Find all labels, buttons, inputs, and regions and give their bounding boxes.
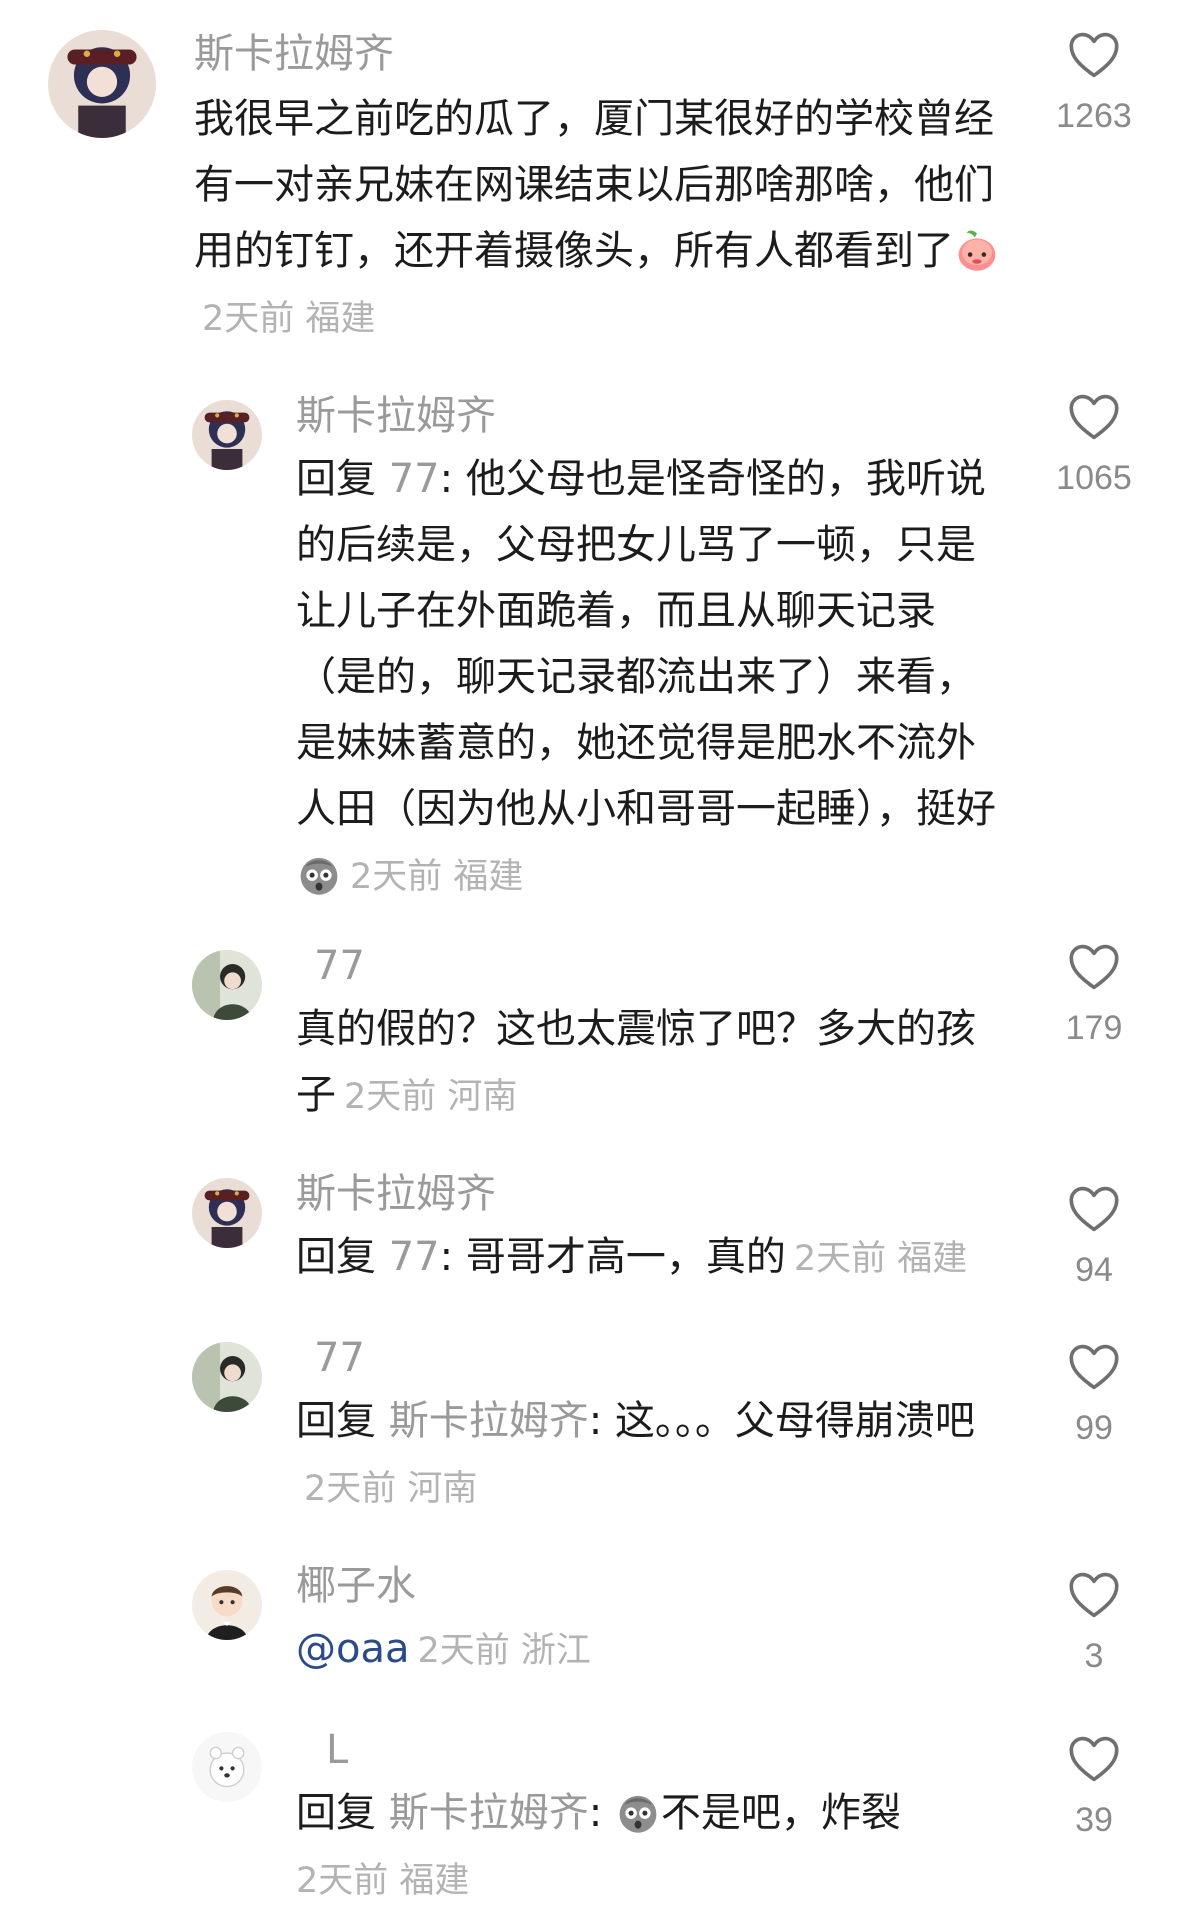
like-count: 1065 (1056, 459, 1132, 497)
comment-body: : 他父母也是怪奇怪的，我听说的后续是，父母把女儿骂了一顿，只是让儿子在外面跪着… (296, 456, 996, 832)
comment-text: 回复 77: 哥哥才高一，真的 2天前 福建 (296, 1224, 1016, 1292)
like-count: 39 (1075, 1801, 1113, 1839)
shocked-face-emoji (296, 851, 342, 897)
avatar[interactable] (48, 30, 156, 138)
like-button[interactable]: 99 (1034, 1342, 1154, 1448)
comment-item: 斯卡拉姆齐 回复 77: 他父母也是怪奇怪的，我听说的后续是，父母把女儿骂了一顿… (0, 380, 1179, 920)
like-button[interactable]: 94 (1034, 1184, 1154, 1290)
comment-meta: 2天前 河南 (344, 1077, 518, 1117)
like-count: 179 (1065, 1009, 1123, 1047)
heart-outline-icon (1069, 394, 1119, 440)
like-button[interactable]: 179 (1034, 942, 1154, 1048)
comment-username[interactable]: 斯卡拉姆齐 (296, 1170, 496, 1218)
heart-outline-icon (1069, 1736, 1119, 1782)
comment-item: 77 真的假的？这也太震惊了吧？多大的孩子 2天前 河南 179 (0, 936, 1179, 1136)
like-button[interactable]: 39 (1034, 1734, 1154, 1840)
comment-text: 我很早之前吃的瓜了，厦门某很好的学校曾经有一对亲兄妹在网课结束以后那啥那啥，他们… (194, 86, 1014, 352)
avatar[interactable] (192, 400, 262, 470)
comment-username[interactable]: 斯卡拉姆齐 (296, 392, 496, 440)
comment-text: 回复 斯卡拉姆齐: 不是吧，炸裂 2天前 福建 (296, 1780, 1016, 1914)
comment-meta: 2天前 河南 (304, 1469, 478, 1509)
comment-text: 真的假的？这也太震惊了吧？多大的孩子 2天前 河南 (296, 996, 996, 1130)
comment-meta: 2天前 浙江 (417, 1631, 591, 1671)
comment-item: L 回复 斯卡拉姆齐: 不是吧，炸裂 2天前 福建 39 (0, 1720, 1179, 1929)
comment-text: 回复 77: 他父母也是怪奇怪的，我听说的后续是，父母把女儿骂了一顿，只是让儿子… (296, 446, 996, 910)
comment-username[interactable]: L (326, 1726, 348, 1774)
comment-body: : 哥哥才高一，真的 (439, 1234, 786, 1280)
avatar[interactable] (192, 1732, 262, 1802)
like-button[interactable]: 1263 (1034, 30, 1154, 136)
heart-outline-icon (1069, 32, 1119, 78)
comment-username[interactable]: 椰子水 (296, 1562, 416, 1610)
comment-meta: 2天前 福建 (296, 1861, 470, 1901)
avatar[interactable] (192, 1570, 262, 1640)
heart-outline-icon (1069, 1186, 1119, 1232)
comment-meta: 2天前 福建 (793, 1239, 968, 1279)
comment-body: 我很早之前吃的瓜了，厦门某很好的学校曾经有一对亲兄妹在网课结束以后那啥那啥，他们… (194, 96, 994, 274)
like-count: 3 (1084, 1637, 1104, 1675)
comment-username[interactable]: 斯卡拉姆齐 (194, 30, 394, 78)
heart-outline-icon (1069, 1572, 1119, 1618)
reply-prefix: 回复 (296, 456, 389, 502)
reply-target-username[interactable]: 77 (389, 1234, 440, 1280)
reply-prefix: 回复 (296, 1398, 389, 1444)
comment-username[interactable]: 77 (314, 942, 365, 990)
heart-outline-icon (1069, 1344, 1119, 1390)
comment-item: 77 回复 斯卡拉姆齐: 这。。。父母得崩溃吧 2天前 河南 99 (0, 1328, 1179, 1528)
reply-target-username[interactable]: 77 (389, 456, 440, 502)
reply-target-username[interactable]: 斯卡拉姆齐 (389, 1790, 589, 1836)
like-count: 99 (1075, 1409, 1113, 1447)
avatar[interactable] (192, 1178, 262, 1248)
shocked-face-emoji (615, 1789, 661, 1835)
comment-text: @oaa 2天前 浙江 (296, 1616, 1016, 1684)
peach-emoji (954, 227, 1000, 273)
reply-target-username[interactable]: 斯卡拉姆齐 (389, 1398, 589, 1444)
comment-body: 不是吧，炸裂 (660, 1790, 901, 1836)
comment-body-lead: : (588, 1790, 615, 1836)
comment-item: 椰子水 @oaa 2天前 浙江 3 (0, 1560, 1179, 1700)
comment-item: 斯卡拉姆齐 回复 77: 哥哥才高一，真的 2天前 福建 94 (0, 1164, 1179, 1304)
avatar[interactable] (192, 1342, 262, 1412)
comment-meta: 2天前 福建 (202, 299, 376, 339)
mention-link[interactable]: @oaa (296, 1626, 410, 1672)
like-button[interactable]: 3 (1034, 1570, 1154, 1676)
reply-prefix: 回复 (296, 1790, 389, 1836)
like-count: 1263 (1056, 97, 1132, 135)
avatar[interactable] (192, 950, 262, 1020)
heart-outline-icon (1069, 944, 1119, 990)
reply-prefix: 回复 (296, 1234, 389, 1280)
comment-body: : 这。。。父母得崩溃吧 (588, 1398, 975, 1444)
comment-text: 回复 斯卡拉姆齐: 这。。。父母得崩溃吧 2天前 河南 (296, 1388, 1016, 1522)
comment-username[interactable]: 77 (314, 1334, 365, 1382)
like-button[interactable]: 1065 (1034, 392, 1154, 498)
comment-meta: 2天前 福建 (350, 857, 524, 897)
comment-item: 斯卡拉姆齐 我很早之前吃的瓜了，厦门某很好的学校曾经有一对亲兄妹在网课结束以后那… (0, 0, 1179, 350)
like-count: 94 (1075, 1251, 1113, 1289)
